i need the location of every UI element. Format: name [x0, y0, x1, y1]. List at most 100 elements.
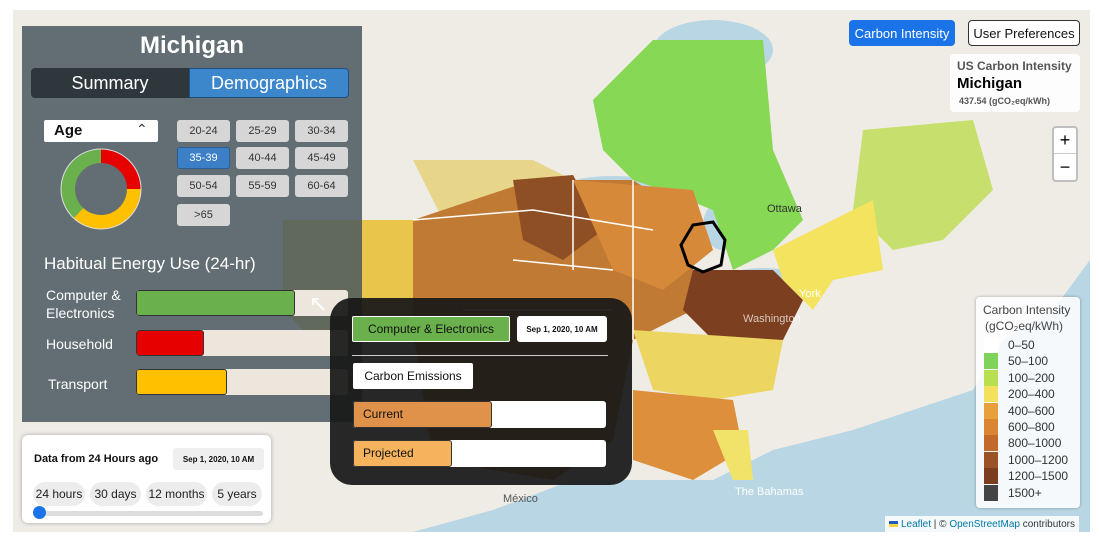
age-button[interactable]: 55-59	[236, 175, 289, 197]
carbon-intensity-button[interactable]: Carbon Intensity	[849, 20, 955, 46]
bar-fill-computer	[136, 290, 295, 316]
popup-projected-label: Projected	[363, 446, 414, 460]
donut-slice	[61, 149, 102, 219]
range-option-12m[interactable]: 12 months	[146, 482, 207, 506]
chevron-up-icon: ⌃	[136, 121, 148, 137]
bar-track-transport	[136, 369, 348, 395]
map-label-mexico: México	[503, 493, 538, 505]
legend-label: 50–100	[1008, 354, 1049, 369]
state-panel: Michigan Summary Demographics Age ⌃ 20-2…	[22, 26, 362, 422]
map-label-bahamas: The Bahamas	[735, 486, 804, 498]
legend-item: 600–800	[984, 419, 1055, 435]
legend-item: 800–1000	[984, 435, 1062, 452]
range-option-24h[interactable]: 24 hours	[33, 482, 85, 506]
popup-category: Computer & Electronics	[352, 316, 510, 342]
legend-swatch	[984, 353, 998, 370]
legend-swatch	[984, 419, 998, 435]
legend-label: 1500+	[1008, 485, 1042, 500]
popup-section: Carbon Emissions	[353, 363, 473, 389]
age-button[interactable]: >65	[177, 204, 230, 226]
age-button-selected[interactable]: 35-39	[177, 147, 230, 169]
legend-item: 1500+	[984, 484, 1042, 501]
legend-label: 0–50	[1008, 338, 1035, 352]
ukraine-flag-icon	[889, 521, 898, 527]
legend-label: 100–200	[1008, 370, 1055, 385]
time-slider-handle[interactable]	[33, 506, 46, 519]
attribution-sep: | ©	[931, 518, 950, 530]
legend-swatch	[984, 402, 998, 419]
legend-label: 200–400	[1008, 387, 1055, 402]
legend-item: 100–200	[984, 369, 1055, 386]
bar-fill-transport	[136, 369, 228, 395]
time-range-box: Data from 24 Hours ago Sep 1, 2020, 10 A…	[22, 435, 271, 523]
legend-unit: (gCO₂eq/kWh)	[985, 319, 1064, 333]
bar-label-computer: Computer & Electronics	[46, 287, 121, 321]
age-button[interactable]: 20-24	[177, 120, 230, 142]
region-southeast	[633, 330, 783, 400]
bar-fill-household	[136, 330, 204, 356]
age-button[interactable]: 45-49	[295, 147, 348, 169]
popup-timestamp: Sep 1, 2020, 10 AM	[517, 316, 607, 342]
legend-swatch	[984, 484, 998, 501]
leaflet-link[interactable]: Leaflet	[901, 519, 931, 530]
energy-title: Habitual Energy Use (24-hr)	[44, 254, 256, 273]
time-slider-track[interactable]	[36, 511, 263, 516]
legend-swatch	[984, 369, 998, 386]
osm-link[interactable]: OpenStreetMap	[949, 519, 1020, 530]
age-button[interactable]: 25-29	[236, 120, 289, 142]
legend-item: 200–400	[984, 386, 1055, 403]
legend-item: 1000–1200	[984, 451, 1069, 468]
popup-divider	[352, 355, 608, 356]
map-attribution: Leaflet | © OpenStreetMap contributors	[885, 516, 1079, 532]
map-label-newyork: York	[799, 288, 821, 300]
map-label-washington: Washington	[743, 313, 801, 325]
info-state: Michigan	[957, 75, 1023, 92]
zoom-out-button[interactable]: −	[1054, 155, 1076, 180]
emissions-popup: Computer & Electronics Sep 1, 2020, 10 A…	[330, 298, 632, 485]
attribution-suffix: contributors	[1019, 518, 1075, 530]
info-box: US Carbon Intensity Michigan 437.54 (gCO…	[950, 54, 1080, 112]
age-button[interactable]: 50-54	[177, 175, 230, 197]
cursor-icon: ↖	[309, 291, 328, 316]
legend-item: 400–600	[984, 402, 1055, 419]
legend-label: 600–800	[1008, 420, 1055, 434]
bar-label-household: Household	[46, 336, 113, 352]
user-preferences-button[interactable]: User Preferences	[968, 20, 1080, 46]
legend-label: 400–600	[1008, 403, 1055, 418]
range-option-5y[interactable]: 5 years	[212, 482, 262, 506]
map-label-ottawa: Ottawa	[767, 203, 802, 215]
legend-label: 800–1000	[1008, 436, 1062, 451]
legend-title: Carbon Intensity	[983, 303, 1071, 317]
age-button[interactable]: 40-44	[236, 147, 289, 169]
legend-swatch	[984, 386, 998, 403]
tab-demographics[interactable]: Demographics	[189, 68, 349, 98]
info-title: US Carbon Intensity	[957, 59, 1072, 73]
age-button[interactable]: 60-64	[295, 175, 348, 197]
tab-summary[interactable]: Summary	[31, 68, 189, 98]
popup-current-label: Current	[363, 407, 404, 421]
zoom-control: + −	[1052, 126, 1078, 182]
legend-item: 0–50	[984, 337, 1035, 353]
carbon-legend: Carbon Intensity (gCO₂eq/kWh) 0–50 50–100…	[976, 297, 1080, 508]
panel-title: Michigan	[139, 32, 244, 59]
age-select-label: Age	[54, 122, 83, 139]
legend-label: 1000–1200	[1008, 452, 1069, 467]
donut-slice	[73, 188, 141, 229]
bar-label-transport: Transport	[48, 376, 108, 392]
age-select[interactable]: Age ⌃	[44, 120, 158, 142]
legend-item: 1200–1500	[984, 468, 1069, 485]
time-range-title: Data from 24 Hours ago	[34, 453, 159, 465]
legend-swatch	[984, 468, 998, 485]
range-option-30d[interactable]: 30 days	[90, 482, 141, 506]
legend-item: 50–100	[984, 353, 1049, 370]
donut-chart	[60, 148, 142, 230]
legend-label: 1200–1500	[1008, 469, 1069, 484]
info-value: 437.54 (gCO₂eq/kWh)	[959, 96, 1051, 106]
popup-current-track: Current	[353, 401, 606, 428]
zoom-in-button[interactable]: +	[1054, 128, 1076, 154]
bar-track-household	[136, 330, 348, 356]
popup-projected-track: Projected	[353, 440, 606, 467]
legend-swatch	[984, 451, 998, 468]
time-range-timestamp: Sep 1, 2020, 10 AM	[173, 448, 264, 470]
age-button[interactable]: 30-34	[295, 120, 348, 142]
